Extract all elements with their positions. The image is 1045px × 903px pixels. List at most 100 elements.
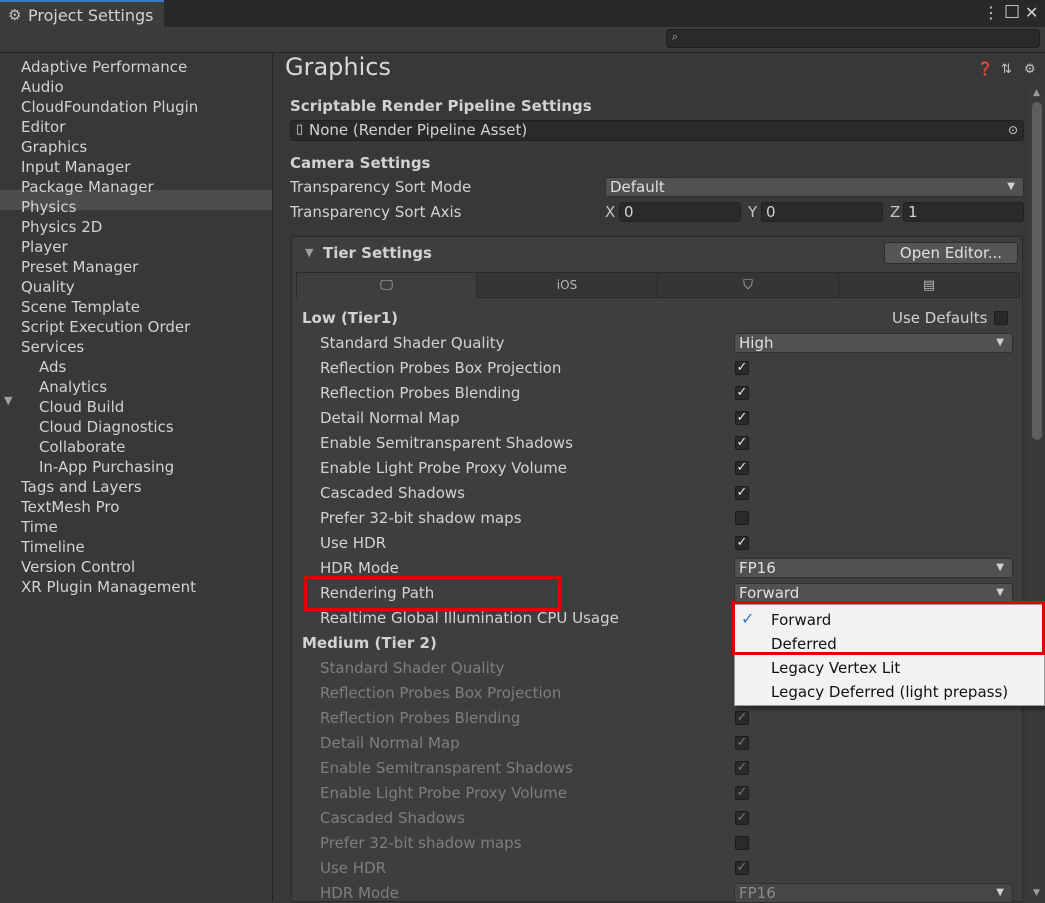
monitor-icon: 🖵 xyxy=(380,278,393,293)
chevron-down-icon: ▼ xyxy=(1007,181,1015,192)
close-icon[interactable]: ✕ xyxy=(1025,3,1038,22)
page-title: Graphics xyxy=(285,53,391,81)
use-hdr-checkbox[interactable]: ✓ xyxy=(735,536,749,550)
sidebar-item-timeline[interactable]: Timeline xyxy=(21,537,85,557)
render-pipeline-asset-field[interactable]: ▯ None (Render Pipeline Asset) ⊙ xyxy=(290,120,1024,141)
sidebar-item-player[interactable]: Player xyxy=(21,237,68,257)
file-icon: ▯ xyxy=(296,122,304,137)
chevron-down-icon: ▼ xyxy=(996,587,1004,598)
prefer-32-bit-shadow-maps-checkbox[interactable] xyxy=(735,836,749,850)
axis-x-field[interactable]: 0 xyxy=(619,202,741,222)
sidebar-item-analytics[interactable]: Analytics xyxy=(39,377,107,397)
sidebar-item-textmesh-pro[interactable]: TextMesh Pro xyxy=(21,497,119,517)
sidebar-item-version-control[interactable]: Version Control xyxy=(21,557,135,577)
sidebar-item-preset-manager[interactable]: Preset Manager xyxy=(21,257,138,277)
reflection-probes-blending-label: Reflection Probes Blending xyxy=(320,709,521,727)
services-fold-icon[interactable]: ▼ xyxy=(4,394,12,407)
rendering-path-dropdown[interactable]: Forward ▼ xyxy=(734,583,1013,603)
object-picker-icon[interactable]: ⊙ xyxy=(1008,121,1018,139)
help-icon[interactable]: ❓ xyxy=(977,62,993,77)
tier-settings-header[interactable]: Tier Settings xyxy=(323,243,432,263)
tab-webgl[interactable]: ⛉ xyxy=(657,272,839,298)
reflection-probes-blending-checkbox[interactable]: ✓ xyxy=(735,711,749,725)
enable-light-probe-proxy-volume-label: Enable Light Probe Proxy Volume xyxy=(320,784,568,802)
sidebar-item-scene-template[interactable]: Scene Template xyxy=(21,297,140,317)
sidebar-item-xr-plugin-management[interactable]: XR Plugin Management xyxy=(21,577,196,597)
sort-mode-value: Default xyxy=(610,178,665,196)
use-defaults-checkbox[interactable] xyxy=(994,311,1008,325)
sidebar-item-cloud-build[interactable]: Cloud Build xyxy=(39,397,124,417)
prefer-32-bit-shadow-maps-label: Prefer 32-bit shadow maps xyxy=(320,834,522,852)
sidebar-item-ads[interactable]: Ads xyxy=(39,357,66,377)
hdr-mode-dropdown[interactable]: FP16 ▼ xyxy=(734,558,1013,578)
detail-normal-map-checkbox[interactable]: ✓ xyxy=(735,736,749,750)
menu-item-legacy-deferred[interactable]: Legacy Deferred (light prepass) xyxy=(771,681,1008,703)
detail-normal-map-checkbox[interactable]: ✓ xyxy=(735,411,749,425)
tab-standalone[interactable]: 🖵 xyxy=(296,272,477,298)
enable-semitransparent-shadows-checkbox[interactable]: ✓ xyxy=(735,436,749,450)
scrollbar-thumb[interactable] xyxy=(1032,102,1042,440)
tab-android[interactable]: ▤ xyxy=(838,272,1020,298)
enable-light-probe-proxy-volume-checkbox[interactable]: ✓ xyxy=(735,786,749,800)
sidebar-item-physics[interactable]: Physics xyxy=(21,197,76,217)
sidebar-item-cloudfoundation-plugin[interactable]: CloudFoundation Plugin xyxy=(21,97,198,117)
tab-ios[interactable]: iOS xyxy=(476,272,658,298)
use-hdr-checkbox[interactable]: ✓ xyxy=(735,861,749,875)
reflection-probes-box-projection-checkbox[interactable]: ✓ xyxy=(735,361,749,375)
chevron-down-icon: ▼ xyxy=(996,562,1004,573)
sidebar-item-quality[interactable]: Quality xyxy=(21,277,75,297)
detail-normal-map-label: Detail Normal Map xyxy=(320,734,460,752)
sidebar-item-graphics[interactable]: Graphics xyxy=(21,137,87,157)
reflection-probes-blending-checkbox[interactable]: ✓ xyxy=(735,386,749,400)
enable-semitransparent-shadows-label: Enable Semitransparent Shadows xyxy=(320,434,573,452)
scroll-up-icon[interactable]: ▲ xyxy=(1033,88,1040,98)
enable-light-probe-proxy-volume-label: Enable Light Probe Proxy Volume xyxy=(320,459,568,477)
axis-y-field[interactable]: 0 xyxy=(761,202,883,222)
hdr-mode-value: FP16 xyxy=(739,559,776,577)
sidebar-item-collaborate[interactable]: Collaborate xyxy=(39,437,125,457)
prefer-32-bit-shadow-maps-checkbox[interactable] xyxy=(735,511,749,525)
sidebar-item-time[interactable]: Time xyxy=(21,517,58,537)
hdr-mode-label: HDR Mode xyxy=(320,884,399,902)
html5-icon: ⛉ xyxy=(743,278,753,293)
open-editor-button[interactable]: Open Editor... xyxy=(884,242,1018,264)
tier-fold-icon[interactable]: ▼ xyxy=(305,246,313,259)
sidebar-item-services[interactable]: Services xyxy=(21,337,84,357)
sidebar-item-physics-2d[interactable]: Physics 2D xyxy=(21,217,102,237)
window-tab-project-settings[interactable]: ⚙ Project Settings xyxy=(0,0,164,27)
standard-shader-quality-label: Standard Shader Quality xyxy=(320,334,505,352)
sidebar-item-editor[interactable]: Editor xyxy=(21,117,65,137)
sidebar-item-package-manager[interactable]: Package Manager xyxy=(21,177,154,197)
cascaded-shadows-checkbox[interactable]: ✓ xyxy=(735,486,749,500)
sidebar-item-tags-and-layers[interactable]: Tags and Layers xyxy=(21,477,142,497)
standard-shader-quality-label: Standard Shader Quality xyxy=(320,659,505,677)
sidebar-item-cloud-diagnostics[interactable]: Cloud Diagnostics xyxy=(39,417,174,437)
gear-icon: ⚙ xyxy=(8,6,22,24)
maximize-icon[interactable]: □ xyxy=(1004,1,1020,21)
enable-light-probe-proxy-volume-checkbox[interactable]: ✓ xyxy=(735,461,749,475)
more-options-icon[interactable]: ⋮ xyxy=(983,3,999,22)
standard-shader-quality-value: High xyxy=(739,334,774,352)
hdr-mode-label: HDR Mode xyxy=(320,559,399,577)
detail-normal-map-label: Detail Normal Map xyxy=(320,409,460,427)
use-defaults-label: Use Defaults xyxy=(892,309,988,327)
sidebar-item-adaptive-performance[interactable]: Adaptive Performance xyxy=(21,57,187,77)
search-input[interactable]: ⌕ xyxy=(666,29,1040,48)
settings-icon[interactable]: ⚙ xyxy=(1024,62,1036,77)
cascaded-shadows-checkbox[interactable]: ✓ xyxy=(735,811,749,825)
preset-icon[interactable]: ⇅ xyxy=(1001,62,1012,77)
realtime-global-illumination-cpu-usage-label: Realtime Global Illumination CPU Usage xyxy=(320,609,619,627)
sidebar-item-script-execution-order[interactable]: Script Execution Order xyxy=(21,317,190,337)
reflection-probes-box-projection-label: Reflection Probes Box Projection xyxy=(320,684,562,702)
enable-semitransparent-shadows-checkbox[interactable]: ✓ xyxy=(735,761,749,775)
hdr-mode-dropdown[interactable]: FP16 ▼ xyxy=(734,883,1013,903)
standard-shader-quality-dropdown[interactable]: High ▼ xyxy=(734,333,1013,353)
sidebar-item-in-app-purchasing[interactable]: In-App Purchasing xyxy=(39,457,174,477)
axis-x-label: X xyxy=(605,203,616,221)
sidebar-item-input-manager[interactable]: Input Manager xyxy=(21,157,130,177)
sidebar-item-audio[interactable]: Audio xyxy=(21,77,64,97)
sort-mode-dropdown[interactable]: Default ▼ xyxy=(605,177,1024,197)
axis-z-field[interactable]: 1 xyxy=(903,202,1024,222)
menu-item-legacy-vertex-lit[interactable]: Legacy Vertex Lit xyxy=(771,657,900,679)
scroll-down-icon[interactable]: ▼ xyxy=(1033,888,1040,898)
